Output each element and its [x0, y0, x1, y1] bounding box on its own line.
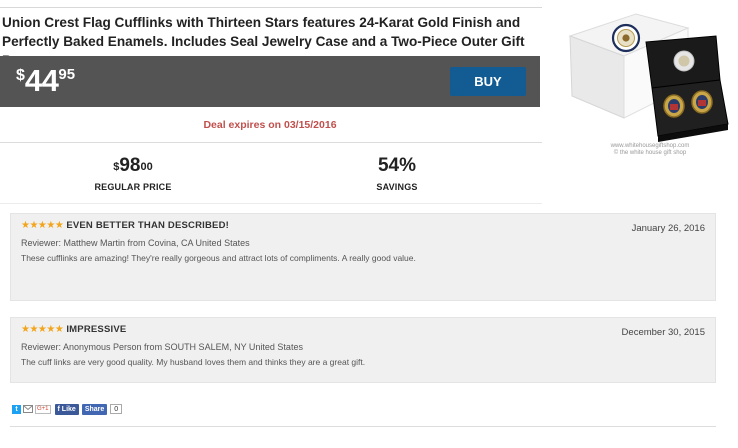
savings-label: SAVINGS	[376, 182, 418, 192]
price-bar: $4495 BUY	[0, 56, 540, 107]
regular-price-currency: $	[113, 161, 120, 173]
facebook-like-button[interactable]: f Like	[54, 403, 79, 415]
deal-expiry-text: Deal expires on 03/15/2016	[203, 119, 337, 131]
caption-url: www.whitehousegiftshop.com	[610, 143, 690, 149]
reviewer-info: Reviewer: Anonymous Person from SOUTH SA…	[21, 342, 303, 352]
regular-price-value: $9800	[33, 155, 233, 177]
email-icon[interactable]	[23, 405, 33, 413]
regular-price-cents: 00	[140, 161, 153, 173]
regular-price-block: $9800 REGULAR PRICE	[33, 155, 233, 192]
price-currency: $	[16, 67, 25, 84]
regular-price-label: REGULAR PRICE	[94, 182, 172, 192]
review-title: EVEN BETTER THAN DESCRIBED!	[66, 220, 230, 231]
price-cents: 95	[58, 66, 76, 83]
facebook-share-button[interactable]: Share	[81, 403, 108, 415]
share-count: 0	[110, 404, 123, 414]
product-image-caption: www.whitehousegiftshop.com © the white h…	[566, 143, 734, 157]
review-date: January 26, 2016	[631, 223, 705, 234]
review-card: ★★★★★ IMPRESSIVE December 30, 2015 Review…	[10, 317, 716, 383]
price-whole: 44	[24, 63, 59, 98]
review-heading: ★★★★★ EVEN BETTER THAN DESCRIBED!	[21, 220, 229, 231]
google-plus-button[interactable]: G+1	[35, 404, 51, 414]
stats-divider	[0, 203, 542, 204]
reviewer-info: Reviewer: Matthew Martin from Covina, CA…	[21, 238, 250, 248]
buy-button[interactable]: BUY	[450, 67, 526, 96]
review-body: The cuff links are very good quality. My…	[21, 357, 366, 367]
deal-price: $4495	[16, 63, 75, 99]
review-card: ★★★★★ EVEN BETTER THAN DESCRIBED! January…	[10, 213, 716, 301]
savings-value: 54%	[377, 155, 417, 176]
bottom-divider	[10, 426, 716, 427]
caption-copyright: © the white house gift shop	[613, 150, 687, 156]
review-body: These cufflinks are amazing! They're rea…	[21, 253, 416, 263]
star-rating-icon: ★★★★★	[21, 220, 64, 231]
top-divider	[0, 7, 542, 8]
savings-block: 54% SAVINGS	[297, 155, 497, 192]
deal-divider	[0, 142, 542, 143]
share-bar: t G+1 f Like Share 0	[12, 403, 123, 415]
facebook-like-label: Like	[61, 405, 76, 413]
review-date: December 30, 2015	[621, 327, 705, 338]
review-title: IMPRESSIVE	[66, 324, 127, 335]
twitter-icon[interactable]: t	[12, 404, 21, 414]
regular-price-whole: 98	[119, 155, 141, 176]
review-heading: ★★★★★ IMPRESSIVE	[21, 324, 126, 335]
star-rating-icon: ★★★★★	[21, 324, 64, 335]
